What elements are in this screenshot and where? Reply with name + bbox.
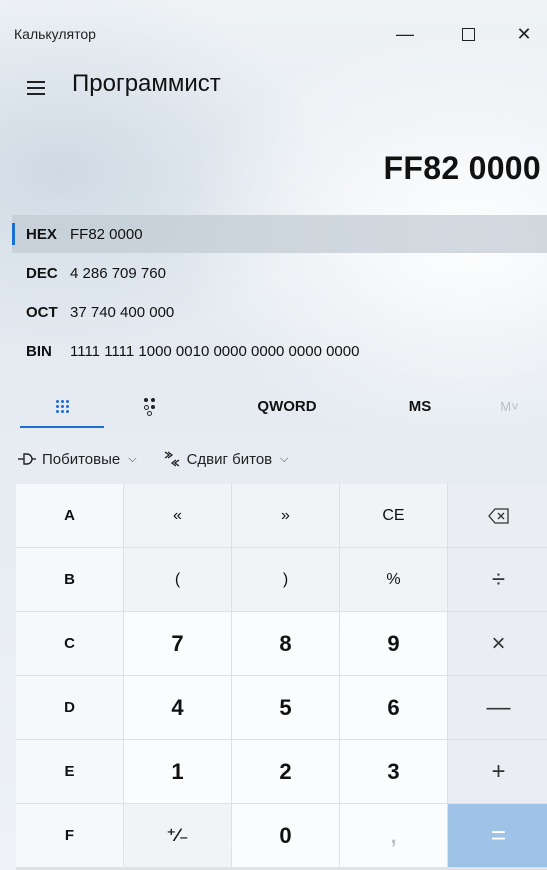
bit-toggle-tab[interactable] [108, 386, 192, 426]
key-a[interactable]: A [16, 484, 123, 547]
key-1[interactable]: 1 [124, 740, 231, 803]
memory-store-button[interactable]: MS [372, 386, 468, 426]
word-size-button[interactable]: QWORD [232, 386, 342, 426]
chevron-down-icon: ⌵ [128, 452, 137, 465]
full-keypad-tab[interactable] [20, 386, 104, 428]
bit-toggle-icon [143, 397, 157, 416]
key-clear-entry[interactable]: CE [340, 484, 447, 547]
key-equals[interactable]: = [448, 804, 547, 867]
radix-label: DEC [26, 264, 58, 282]
logic-gate-icon [18, 453, 36, 465]
key-f[interactable]: F [16, 804, 123, 867]
bitwise-label: Побитовые [42, 450, 121, 468]
radix-label: BIN [26, 342, 52, 360]
maximize-icon [461, 27, 475, 41]
radix-dec-row[interactable]: DEC 4 286 709 760 [12, 254, 547, 292]
radix-label: HEX [26, 225, 57, 243]
key-5[interactable]: 5 [232, 676, 339, 739]
key-right-shift[interactable]: » [232, 484, 339, 547]
key-d[interactable]: D [16, 676, 123, 739]
key-negate[interactable]: ⁺∕₋ [124, 804, 231, 867]
key-6[interactable]: 6 [340, 676, 447, 739]
key-add[interactable]: + [448, 740, 547, 803]
mode-title: Программист [72, 70, 221, 97]
key-left-shift[interactable]: « [124, 484, 231, 547]
key-decimal[interactable]: , [340, 804, 447, 867]
key-3[interactable]: 3 [340, 740, 447, 803]
memory-view-button[interactable]: M˅ [472, 386, 547, 426]
radix-value: 4 286 709 760 [70, 264, 166, 282]
key-modulo[interactable]: % [340, 548, 447, 611]
key-multiply[interactable]: × [448, 612, 547, 675]
key-e[interactable]: E [16, 740, 123, 803]
backspace-button[interactable] [448, 484, 547, 547]
title-bar: Калькулятор — ✕ [0, 0, 547, 64]
bitwise-dropdown[interactable]: Побитовые ⌵ [18, 451, 137, 468]
bitshift-label: Сдвиг битов [186, 450, 273, 468]
close-button[interactable]: ✕ [501, 18, 547, 50]
key-divide[interactable]: ÷ [448, 548, 547, 611]
key-7[interactable]: 7 [124, 612, 231, 675]
radix-oct-row[interactable]: OCT 37 740 400 000 [12, 293, 547, 331]
keypad: A « » CE B ( ) % ÷ C 7 8 9 × D 4 5 6 — E… [16, 484, 547, 870]
radix-label: OCT [26, 303, 58, 321]
result-display: FF82 0000 [383, 150, 541, 186]
key-subtract[interactable]: — [448, 676, 547, 739]
app-title: Калькулятор [14, 26, 96, 42]
operators-bar: Побитовые ⌵ Сдвиг битов ⌵ [18, 444, 314, 474]
key-b[interactable]: B [16, 548, 123, 611]
key-close-paren[interactable]: ) [232, 548, 339, 611]
maximize-button[interactable] [445, 18, 491, 50]
key-8[interactable]: 8 [232, 612, 339, 675]
key-open-paren[interactable]: ( [124, 548, 231, 611]
keypad-toolbar: QWORD MS M˅ [12, 386, 547, 430]
minimize-button[interactable]: — [382, 18, 428, 50]
key-4[interactable]: 4 [124, 676, 231, 739]
radix-bin-row[interactable]: BIN 1111 1111 1000 0010 0000 0000 0000 0… [12, 332, 547, 370]
keypad-grid-icon [55, 399, 69, 413]
bitshift-dropdown[interactable]: Сдвиг битов ⌵ [163, 450, 289, 468]
radix-hex-row[interactable]: HEX FF82 0000 [12, 215, 547, 253]
bit-shift-icon [164, 451, 179, 467]
backspace-icon [487, 507, 509, 524]
chevron-down-icon: ⌵ [280, 452, 289, 465]
key-2[interactable]: 2 [232, 740, 339, 803]
hamburger-icon[interactable] [18, 70, 54, 106]
radix-value: 37 740 400 000 [70, 303, 175, 321]
key-0[interactable]: 0 [232, 804, 339, 867]
key-c[interactable]: C [16, 612, 123, 675]
calculator-window: Калькулятор — ✕ Программист FF82 0000 HE… [0, 0, 547, 870]
key-9[interactable]: 9 [340, 612, 447, 675]
radix-value: FF82 0000 [70, 225, 143, 243]
radix-value: 1111 1111 1000 0010 0000 0000 0000 0000 [70, 342, 360, 360]
